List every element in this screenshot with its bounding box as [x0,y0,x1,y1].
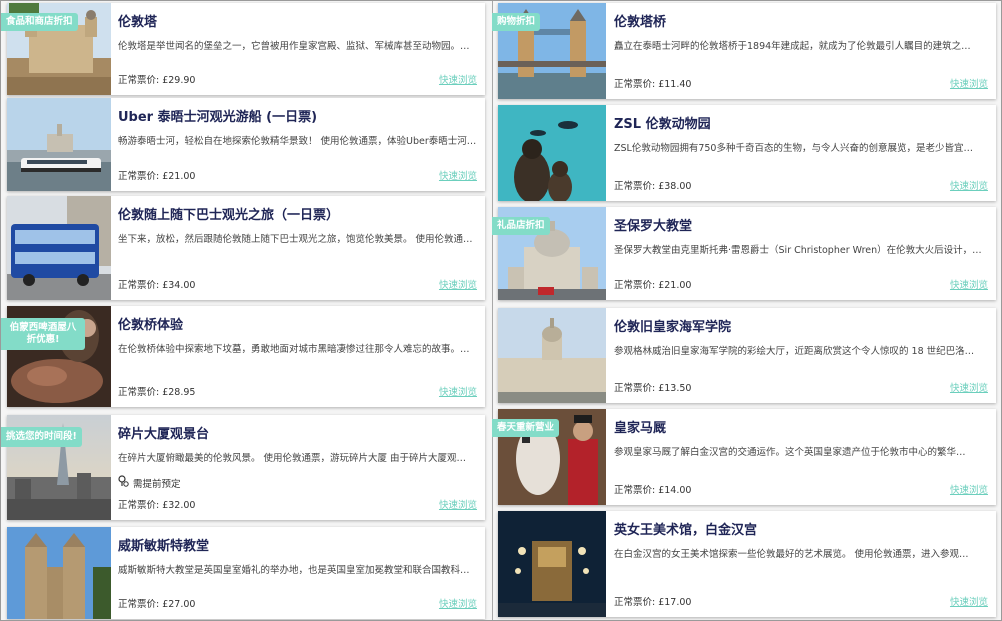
promo-badge: 伯蒙西啤酒屋八折优惠! [1,318,85,350]
card-title[interactable]: 伦敦桥体验 [118,314,477,333]
quick-view-link[interactable]: 快速浏览 [439,384,477,398]
regular-price: 正常票价: £21.00 [614,280,692,291]
card-title[interactable]: Uber 泰晤士河观光游船 (一日票) [118,106,477,125]
regular-price: 正常票价: £28.95 [118,387,196,398]
attraction-card-westminster-abbey[interactable]: 威斯敏斯特教堂 威斯敏斯特大教堂是英国皇室婚礼的举办地，也是英国皇室加冕教堂和联… [7,527,485,619]
old-royal-naval-college-image [498,308,606,403]
card-title[interactable]: 英女王美术馆，白金汉宫 [614,519,988,538]
card-description: 矗立在泰晤士河畔的伦敦塔桥于1894年建成起，就成为了伦敦最引人瞩目的建筑之… [614,41,971,52]
regular-price: 正常票价: £17.00 [614,597,692,608]
quick-view-link[interactable]: 快速浏览 [439,168,477,182]
attraction-card-royal-mews[interactable]: 春天重新营业 皇家马厩 参观皇家马厩了解白金汉宫的交通运作。这个英国皇家遗产位于… [492,409,996,505]
booking-note: 需提前预定 [118,475,181,490]
attraction-card-shard[interactable]: 挑选您的时间段! 碎片大厦观景台 在碎片大厦俯瞰最美的伦敦风景。 使用伦敦通票，… [1,415,485,520]
westminster-abbey-image [7,527,111,619]
regular-price: 正常票价: £14.00 [614,485,692,496]
regular-price: 正常票价: £13.50 [614,383,692,394]
card-description: 威斯敏斯特大教堂是英国皇室婚礼的举办地，也是英国皇室加冕教堂和联合国教科… [118,565,470,576]
card-title[interactable]: ZSL 伦敦动物园 [614,113,988,132]
card-description: 在碎片大厦俯瞰最美的伦敦风景。 使用伦敦通票，游玩碎片大厦 由于碎片大厦观… [118,453,467,464]
card-description: ZSL伦敦动物园拥有750多种千奇百态的生物，与令人兴奋的创意展览，是老少皆宜… [614,143,973,154]
attraction-card-london-bridge-experience[interactable]: 伯蒙西啤酒屋八折优惠! 伦敦桥体验 在伦敦桥体验中探索地下坟墓，勇敢地面对城市黑… [1,306,485,407]
card-description: 在白金汉宫的女王美术馆探索一些伦敦最好的艺术展览。 使用伦敦通票，进入参观… [614,549,969,560]
card-description: 坐下来，放松，然后跟随伦敦随上随下巴士观光之旅，饱览伦敦美景。 使用伦敦通… [118,234,473,245]
card-title[interactable]: 伦敦塔桥 [614,11,988,30]
quick-view-link[interactable]: 快速浏览 [439,596,477,610]
column-divider [492,1,493,620]
promo-badge: 挑选您的时间段! [1,427,82,447]
quick-view-link[interactable]: 快速浏览 [950,594,988,608]
attraction-card-tower-of-london[interactable]: 食品和商店折扣 伦敦塔 伦敦塔是举世闻名的堡垒之一，它曾被用作皇家宫殿、监狱、军… [1,3,485,95]
sightseeing-bus-image [7,196,111,300]
card-description: 参观格林威治旧皇家海军学院的彩绘大厅，近距离欣赏这个令人惊叹的 18 世纪巴洛… [614,346,975,357]
card-description: 畅游泰晤士河，轻松自在地探索伦敦精华景致！ 使用伦敦通票，体验Uber泰晤士河… [118,136,477,147]
promo-badge: 礼品店折扣 [492,217,550,235]
promo-badge: 购物折扣 [492,13,541,31]
card-title[interactable]: 伦敦塔 [118,11,477,30]
attraction-card-uber-thames-boat[interactable]: Uber 泰晤士河观光游船 (一日票) 畅游泰晤士河，轻松自在地探索伦敦精华景致… [7,98,485,191]
thames-boat-image [7,98,111,191]
promo-badge: 食品和商店折扣 [1,13,78,31]
quick-view-link[interactable]: 快速浏览 [439,497,477,511]
card-description: 在伦敦桥体验中探索地下坟墓，勇敢地面对城市黑暗凄惨过往那令人难忘的故事。… [118,344,470,355]
attraction-card-old-royal-naval-college[interactable]: 伦敦旧皇家海军学院 参观格林威治旧皇家海军学院的彩绘大厅，近距离欣赏这个令人惊叹… [498,308,996,403]
card-title[interactable]: 伦敦随上随下巴士观光之旅（一日票） [118,204,477,223]
regular-price: 正常票价: £27.00 [118,599,196,610]
calendar-pin-icon [118,475,129,490]
regular-price: 正常票价: £38.00 [614,181,692,192]
attraction-card-queens-gallery[interactable]: 英女王美术馆，白金汉宫 在白金汉宫的女王美术馆探索一些伦敦最好的艺术展览。 使用… [498,511,996,617]
attractions-page: 食品和商店折扣 伦敦塔 伦敦塔是举世闻名的堡垒之一，它曾被用作皇家宫殿、监狱、军… [0,0,1002,621]
quick-view-link[interactable]: 快速浏览 [950,482,988,496]
card-title[interactable]: 皇家马厩 [614,417,988,436]
card-description: 伦敦塔是举世闻名的堡垒之一，它曾被用作皇家宫殿、监狱、军械库甚至动物园。… [118,41,470,52]
quick-view-link[interactable]: 快速浏览 [439,72,477,86]
card-title[interactable]: 伦敦旧皇家海军学院 [614,316,988,335]
attraction-card-st-pauls[interactable]: 礼品店折扣 圣保罗大教堂 圣保罗大教堂由克里斯托弗·雷恩爵士（Sir Chris… [492,207,996,300]
zsl-zoo-image [498,105,606,201]
card-description: 参观皇家马厩了解白金汉宫的交通运作。这个英国皇家遗产位于伦敦市中心的繁华… [614,447,966,458]
regular-price: 正常票价: £29.90 [118,75,196,86]
card-title[interactable]: 威斯敏斯特教堂 [118,535,477,554]
quick-view-link[interactable]: 快速浏览 [950,76,988,90]
quick-view-link[interactable]: 快速浏览 [950,380,988,394]
queens-gallery-image [498,511,606,617]
booking-note-text: 需提前预定 [133,478,181,490]
regular-price: 正常票价: £34.00 [118,280,196,291]
card-title[interactable]: 碎片大厦观景台 [118,423,477,442]
quick-view-link[interactable]: 快速浏览 [439,277,477,291]
attraction-card-zsl-zoo[interactable]: ZSL 伦敦动物园 ZSL伦敦动物园拥有750多种千奇百态的生物，与令人兴奋的创… [498,105,996,201]
promo-badge: 春天重新营业 [492,419,560,437]
attraction-card-hop-on-bus[interactable]: 伦敦随上随下巴士观光之旅（一日票） 坐下来，放松，然后跟随伦敦随上随下巴士观光之… [7,196,485,300]
attraction-card-tower-bridge[interactable]: 购物折扣 伦敦塔桥 矗立在泰晤士河畔的伦敦塔桥于1894年建成起，就成为了伦敦最… [492,3,996,99]
quick-view-link[interactable]: 快速浏览 [950,277,988,291]
card-title[interactable]: 圣保罗大教堂 [614,215,988,234]
regular-price: 正常票价: £11.40 [614,79,692,90]
quick-view-link[interactable]: 快速浏览 [950,178,988,192]
card-description: 圣保罗大教堂由克里斯托弗·雷恩爵士（Sir Christopher Wren）在… [614,245,982,256]
regular-price: 正常票价: £21.00 [118,171,196,182]
regular-price: 正常票价: £32.00 [118,500,196,511]
